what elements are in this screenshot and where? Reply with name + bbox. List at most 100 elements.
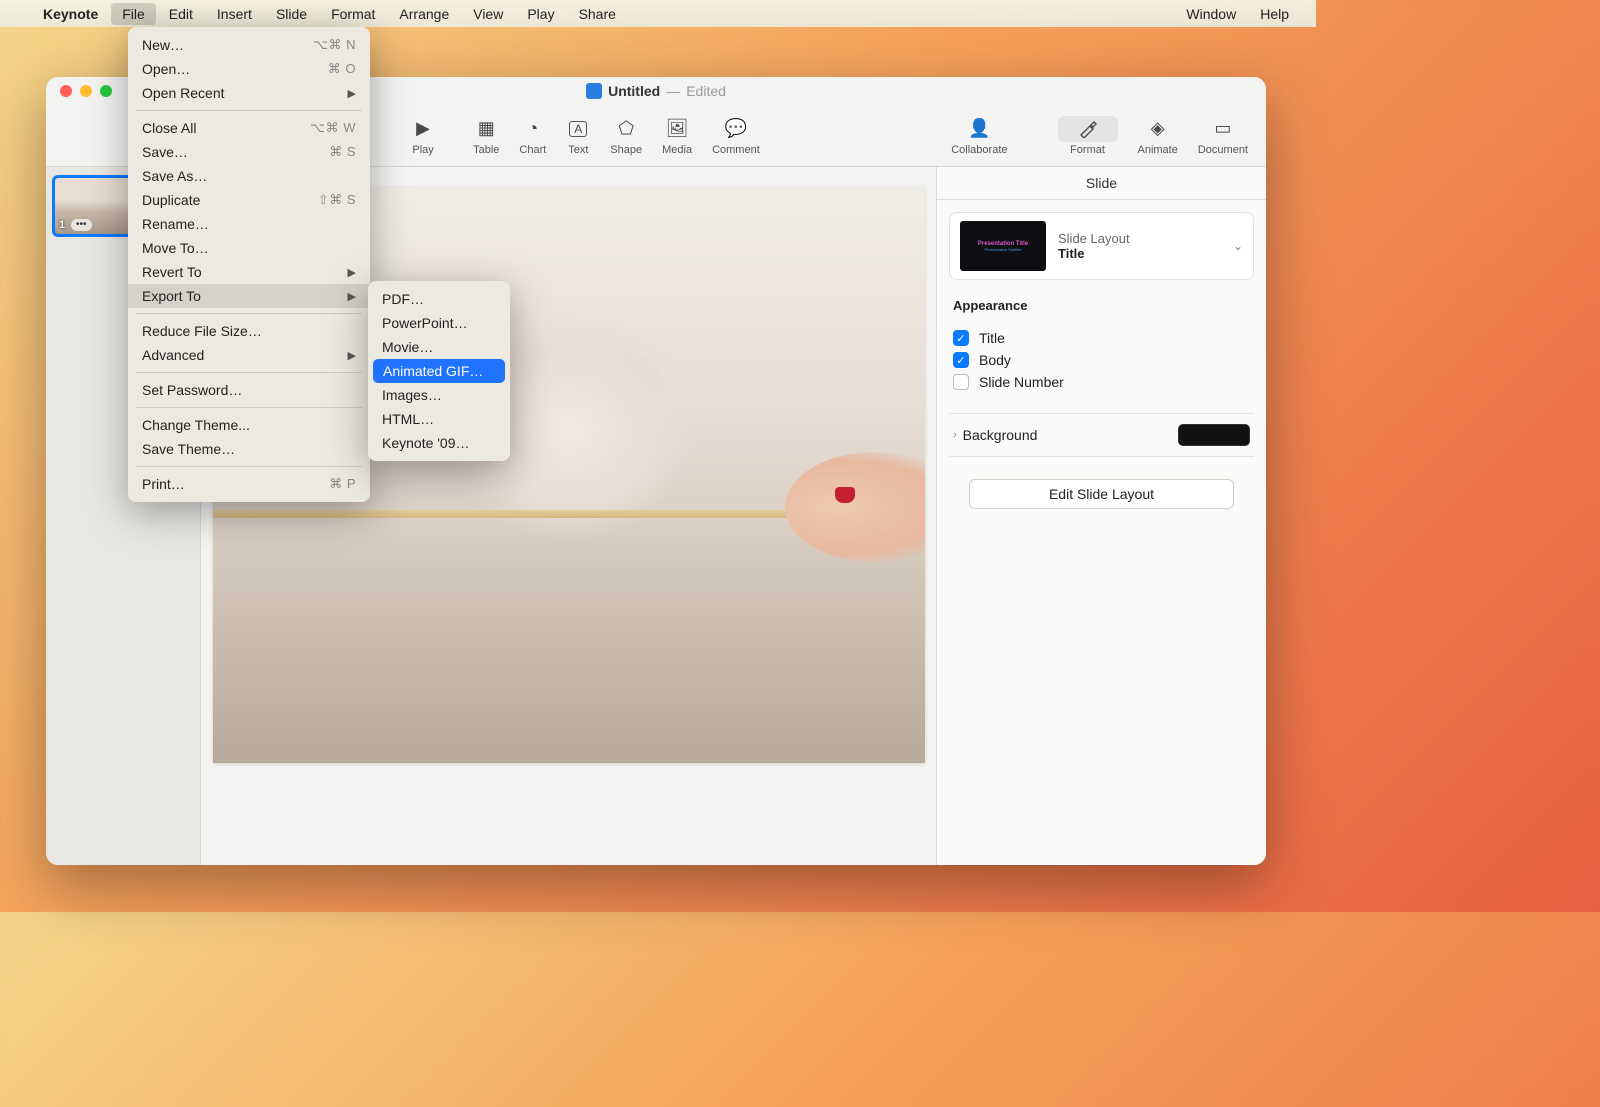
menu-item-reduce-file-size[interactable]: Reduce File Size… [128,319,370,343]
menu-insert[interactable]: Insert [206,3,263,25]
play-icon: ▶ [416,116,430,142]
layout-label: Slide Layout [1058,231,1221,246]
menu-view[interactable]: View [462,3,514,25]
submenu-item-keynote09[interactable]: Keynote '09… [368,431,510,455]
file-menu-dropdown: New…⌥⌘ N Open…⌘ O Open Recent▶ Close All… [128,27,370,502]
menu-item-set-password[interactable]: Set Password… [128,378,370,402]
check-slide-number[interactable]: Slide Number [949,371,1254,393]
background-row[interactable]: › Background [949,413,1254,457]
toolbar-format-label: Format [1070,144,1105,156]
check-body[interactable]: ✓ Body [949,349,1254,371]
background-color-well[interactable] [1178,424,1250,446]
chevron-right-icon: ▶ [348,290,356,303]
menu-item-new[interactable]: New…⌥⌘ N [128,33,370,57]
title-sep: — [666,83,680,99]
check-body-label: Body [979,352,1011,368]
check-title-label: Title [979,330,1005,346]
submenu-item-powerpoint[interactable]: PowerPoint… [368,311,510,335]
menu-play[interactable]: Play [516,3,565,25]
chevron-right-icon: ▶ [348,87,356,100]
chevron-down-icon: ⌄ [1233,239,1243,253]
inspector-panel: Slide Presentation Title Presentation Su… [936,167,1266,865]
toolbar-text[interactable]: A Text [556,116,600,156]
toolbar-animate[interactable]: ◈ Animate [1128,116,1188,156]
layout-thumbnail: Presentation Title Presentation Subtitle [960,221,1046,271]
chevron-right-icon: ▶ [348,266,356,279]
menu-item-close-all[interactable]: Close All⌥⌘ W [128,116,370,140]
menubar: Keynote File Edit Insert Slide Format Ar… [0,0,1316,27]
menu-item-rename[interactable]: Rename… [128,212,370,236]
table-icon: ▦ [478,116,495,142]
chevron-right-icon: ▶ [348,349,356,362]
export-to-submenu: PDF… PowerPoint… Movie… Animated GIF… Im… [368,281,510,461]
checkbox-icon: ✓ [953,330,969,346]
menu-item-duplicate[interactable]: Duplicate⇧⌘ S [128,188,370,212]
menu-item-open[interactable]: Open…⌘ O [128,57,370,81]
title-text: Untitled [608,83,660,99]
background-label: Background [963,427,1038,443]
submenu-item-images[interactable]: Images… [368,383,510,407]
inspector-tab-slide[interactable]: Slide [937,167,1266,200]
toolbar-collaborate-label: Collaborate [951,144,1007,156]
toolbar-table-label: Table [473,144,499,156]
toolbar-media[interactable]: 🖼 Media [652,116,702,156]
check-slide-number-label: Slide Number [979,374,1064,390]
appearance-header: Appearance [949,294,1254,313]
checkbox-icon: ✓ [953,352,969,368]
toolbar-comment-label: Comment [712,144,760,156]
menu-help[interactable]: Help [1249,3,1300,25]
submenu-item-animated-gif[interactable]: Animated GIF… [373,359,505,383]
format-icon [1058,116,1118,142]
slide-options-icon: ••• [71,219,92,231]
menu-item-change-theme[interactable]: Change Theme... [128,413,370,437]
fullscreen-button[interactable] [100,85,112,97]
slide-image-nail [835,487,855,503]
document-icon: ▭ [1214,116,1231,142]
menu-edit[interactable]: Edit [158,3,204,25]
toolbar-format[interactable]: Format [1048,116,1128,156]
menu-item-save-as[interactable]: Save As… [128,164,370,188]
menu-item-open-recent[interactable]: Open Recent▶ [128,81,370,105]
menu-arrange[interactable]: Arrange [388,3,460,25]
chart-icon: ◔ [527,116,538,142]
submenu-item-pdf[interactable]: PDF… [368,287,510,311]
close-button[interactable] [60,85,72,97]
text-icon: A [569,116,587,142]
toolbar-document[interactable]: ▭ Document [1188,116,1258,156]
toolbar-collaborate[interactable]: 👤 Collaborate [941,116,1017,156]
toolbar-text-label: Text [568,144,588,156]
menu-item-export-to[interactable]: Export To▶ [128,284,370,308]
title-status: Edited [686,83,726,99]
menu-item-save-theme[interactable]: Save Theme… [128,437,370,461]
minimize-button[interactable] [80,85,92,97]
toolbar-animate-label: Animate [1138,144,1178,156]
check-title[interactable]: ✓ Title [949,327,1254,349]
menu-slide[interactable]: Slide [265,3,318,25]
menu-item-revert-to[interactable]: Revert To▶ [128,260,370,284]
menu-window[interactable]: Window [1175,3,1247,25]
submenu-item-html[interactable]: HTML… [368,407,510,431]
toolbar-chart[interactable]: ◔ Chart [509,116,556,156]
menu-file[interactable]: File [111,3,156,25]
toolbar-table[interactable]: ▦ Table [463,116,509,156]
menu-item-advanced[interactable]: Advanced▶ [128,343,370,367]
menu-item-print[interactable]: Print…⌘ P [128,472,370,496]
submenu-item-movie[interactable]: Movie… [368,335,510,359]
media-icon: 🖼 [666,116,689,142]
slide-layout-selector[interactable]: Presentation Title Presentation Subtitle… [949,212,1254,280]
layout-info: Slide Layout Title [1058,231,1221,261]
menu-format[interactable]: Format [320,3,386,25]
collaborate-icon: 👤 [968,116,990,142]
toolbar-chart-label: Chart [519,144,546,156]
menu-item-save[interactable]: Save…⌘ S [128,140,370,164]
toolbar-play[interactable]: ▶ Play [401,116,445,156]
toolbar-comment[interactable]: 💬 Comment [702,116,770,156]
toolbar-shape[interactable]: ⬠ Shape [600,116,652,156]
menu-share[interactable]: Share [568,3,627,25]
menu-item-move-to[interactable]: Move To… [128,236,370,260]
checkbox-icon [953,374,969,390]
shape-icon: ⬠ [618,116,634,142]
toolbar-shape-label: Shape [610,144,642,156]
edit-slide-layout-button[interactable]: Edit Slide Layout [969,479,1234,509]
menu-app[interactable]: Keynote [32,3,109,25]
